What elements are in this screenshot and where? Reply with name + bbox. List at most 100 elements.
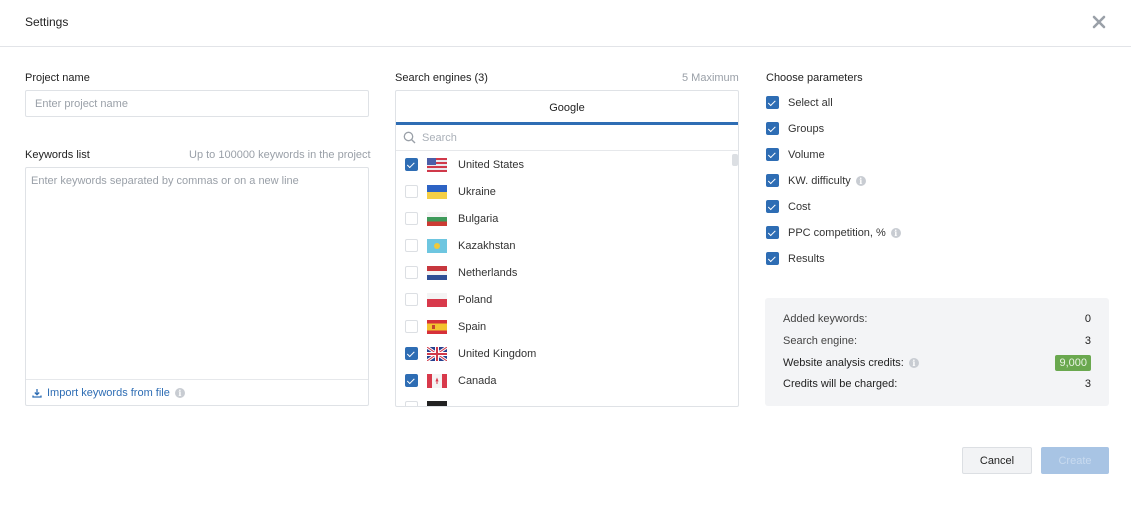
search-engine-item[interactable]: Netherlands (396, 259, 738, 286)
checkbox[interactable] (766, 148, 779, 161)
checkbox[interactable] (405, 374, 418, 387)
search-engines-search-input[interactable] (422, 131, 712, 144)
search-engines-list: United States Ukraine Bulgaria Kazakhstan Ne… (396, 151, 738, 406)
modal-title: Settings (25, 15, 69, 29)
keywords-textarea[interactable] (26, 168, 368, 379)
search-engine-item[interactable]: Bulgaria (396, 205, 738, 232)
parameter-label: Volume (788, 148, 825, 161)
summary-credits: Website analysis credits: i 9,000 (783, 355, 1091, 371)
download-icon (32, 388, 42, 398)
checkbox[interactable] (405, 185, 418, 198)
flag-bg-icon (427, 211, 447, 226)
summary-panel: Added keywords: 0 Search engine: 3 Websi… (765, 298, 1109, 406)
choose-parameters-label: Choose parameters (766, 72, 863, 84)
project-name-input[interactable] (25, 90, 369, 117)
search-engine-name: Spain (458, 320, 487, 333)
flag-kz-icon (427, 238, 447, 253)
search-engine-item[interactable]: Poland (396, 286, 738, 313)
flag-ca-icon (427, 373, 447, 388)
flag-gb-icon (427, 346, 447, 361)
parameter-item[interactable]: Groups (766, 122, 824, 135)
search-engine-item[interactable]: Kazakhstan (396, 232, 738, 259)
checkbox[interactable] (405, 320, 418, 333)
checkbox[interactable] (405, 266, 418, 279)
parameter-item[interactable]: KW. difficulty i (766, 174, 866, 187)
search-engine-name: Bulgaria (458, 212, 499, 225)
modal-header: Settings (0, 0, 1131, 47)
checkbox[interactable] (766, 226, 779, 239)
search-engines-max-hint: 5 Maximum (682, 72, 739, 84)
import-keywords-link[interactable]: Import keywords from file i (32, 387, 185, 399)
keywords-box: Import keywords from file i (25, 167, 369, 406)
search-engine-name: Netherlands (458, 266, 518, 279)
search-engine-name: Canada (458, 374, 497, 387)
credits-label: Website analysis credits: (783, 357, 904, 369)
info-icon[interactable]: i (908, 358, 919, 368)
project-name-label: Project name (25, 72, 90, 84)
credits-label-wrap: Website analysis credits: i (783, 357, 919, 369)
scrollbar-thumb[interactable] (732, 154, 738, 166)
flag-pl-icon (427, 292, 447, 307)
keywords-limit-hint: Up to 100000 keywords in the project (189, 149, 371, 161)
parameter-label: Select all (788, 96, 833, 109)
checkbox[interactable] (766, 200, 779, 213)
summary-added-keywords: Added keywords: 0 (783, 313, 1091, 325)
import-keywords-label: Import keywords from file (47, 386, 170, 399)
parameter-label: KW. difficulty (788, 174, 851, 187)
checkbox[interactable] (405, 239, 418, 252)
search-engine-count-label: Search engine: (783, 335, 857, 347)
parameter-item[interactable]: Results (766, 252, 825, 265)
checkbox[interactable] (766, 174, 779, 187)
search-engines-search (396, 125, 738, 151)
checkbox[interactable] (405, 401, 418, 406)
parameter-item[interactable]: Cost (766, 200, 811, 213)
summary-search-engine: Search engine: 3 (783, 335, 1091, 347)
credits-badge: 9,000 (1055, 355, 1091, 371)
checkbox[interactable] (766, 96, 779, 109)
search-engines-label: Search engines (3) (395, 72, 488, 84)
checkbox[interactable] (766, 122, 779, 135)
close-icon[interactable] (1090, 13, 1108, 31)
flag-us-icon (427, 157, 447, 172)
search-engine-name: Ukraine (458, 185, 496, 198)
search-engine-item[interactable]: Ukraine (396, 178, 738, 205)
parameter-label: PPC competition, % (788, 226, 886, 239)
search-engine-item-partial[interactable] (396, 394, 738, 406)
parameter-label: Cost (788, 200, 811, 213)
parameter-label: Groups (788, 122, 825, 135)
summary-charged: Credits will be charged: 3 (783, 378, 1091, 390)
flag-nl-icon (427, 265, 447, 280)
search-engine-item[interactable]: United Kingdom (396, 340, 738, 367)
info-icon[interactable]: i (174, 387, 185, 398)
info-icon[interactable]: i (855, 175, 866, 186)
checkbox[interactable] (405, 158, 418, 171)
parameter-item[interactable]: Volume (766, 148, 825, 161)
credits-charged-label: Credits will be charged: (783, 378, 898, 390)
search-engine-item[interactable]: Spain (396, 313, 738, 340)
search-engines-panel: Google United States Ukraine Bulgaria Kazak… (395, 90, 739, 407)
checkbox[interactable] (405, 293, 418, 306)
keywords-list-label: Keywords list (25, 149, 90, 161)
keywords-footer: Import keywords from file i (26, 379, 368, 405)
flag-ua-icon (427, 184, 447, 199)
checkbox[interactable] (766, 252, 779, 265)
parameter-label: Results (788, 252, 825, 265)
create-button[interactable]: Create (1041, 447, 1109, 474)
flag-icon (427, 400, 447, 406)
tab-google[interactable]: Google (396, 91, 738, 125)
search-icon (403, 131, 416, 144)
parameter-item[interactable]: PPC competition, % i (766, 226, 901, 239)
credits-charged-value: 3 (1084, 378, 1091, 390)
search-engine-name: Poland (458, 293, 493, 306)
checkbox[interactable] (405, 347, 418, 360)
search-engine-item[interactable]: United States (396, 151, 738, 178)
search-engine-count-value: 3 (1084, 335, 1091, 347)
search-engine-name: United Kingdom (458, 347, 537, 360)
cancel-button[interactable]: Cancel (962, 447, 1032, 474)
search-engine-name: United States (458, 158, 525, 171)
parameter-item[interactable]: Select all (766, 96, 833, 109)
checkbox[interactable] (405, 212, 418, 225)
search-engine-item[interactable]: Canada (396, 367, 738, 394)
added-keywords-label: Added keywords: (783, 313, 868, 325)
info-icon[interactable]: i (890, 227, 901, 238)
